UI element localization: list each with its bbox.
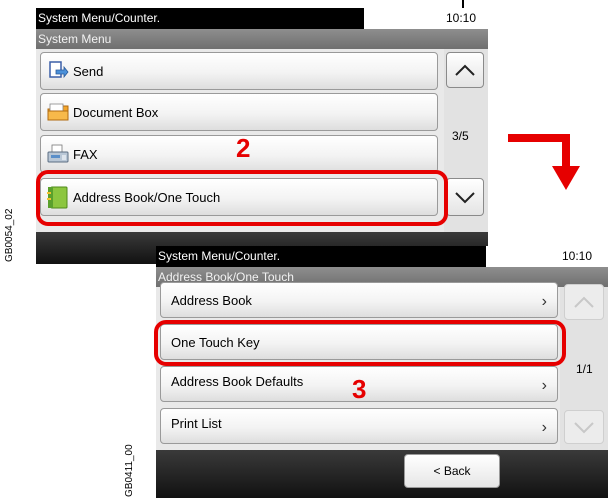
- system-menu-screen: System Menu/Counter. 10:10 System Menu S…: [36, 8, 488, 264]
- menu-item-label: Address Book: [171, 292, 252, 308]
- step-number: 2: [236, 133, 251, 163]
- menu-item-label: Address Book Defaults: [171, 374, 304, 389]
- scroll-up-button[interactable]: [446, 52, 484, 88]
- chevron-up-icon: [455, 64, 475, 76]
- send-icon: [47, 60, 69, 82]
- chevron-up-icon: [574, 296, 594, 308]
- figure-id-label-2: GB0411_00: [124, 444, 135, 497]
- scroll-down-button[interactable]: [446, 178, 484, 216]
- menu-item-print-list[interactable]: Print List ›: [160, 408, 558, 444]
- menu-subtitle: System Menu: [36, 29, 488, 49]
- step-number: 3: [352, 374, 367, 404]
- screen-title: System Menu/Counter.: [156, 246, 486, 267]
- highlight-frame: [36, 170, 448, 226]
- chevron-right-icon: ›: [541, 293, 547, 310]
- menu-item-document-box[interactable]: Document Box: [40, 93, 438, 131]
- menu-item-label: FAX: [73, 146, 98, 162]
- scroll-down-button[interactable]: [564, 410, 604, 444]
- menu-item-address-book[interactable]: Address Book ›: [160, 282, 558, 318]
- menu-item-label: Print List: [171, 416, 222, 431]
- chevron-down-icon: [574, 422, 594, 434]
- chevron-down-icon: [455, 192, 475, 204]
- back-button[interactable]: < Back: [404, 454, 500, 488]
- page-indicator: 3/5: [452, 129, 469, 143]
- highlight-frame: [154, 320, 566, 366]
- chevron-right-icon: ›: [541, 419, 547, 436]
- page-indicator: 1/1: [576, 362, 593, 376]
- title-bar: System Menu/Counter. 10:10: [156, 246, 608, 267]
- menu-item-label: Send: [73, 63, 104, 79]
- bottom-bar: [156, 450, 608, 498]
- menu-item-label: Document Box: [73, 104, 159, 120]
- transition-arrow-icon: [508, 134, 580, 190]
- clock: 10:10: [364, 8, 488, 29]
- screen-title: System Menu/Counter.: [36, 8, 364, 29]
- fax-icon: [47, 143, 69, 165]
- clock: 10:10: [486, 246, 608, 267]
- chevron-right-icon: ›: [541, 377, 547, 394]
- document-box-icon: [47, 101, 69, 123]
- scroll-up-button[interactable]: [564, 284, 604, 320]
- address-book-screen: System Menu/Counter. 10:10 Address Book/…: [154, 246, 608, 498]
- title-bar: System Menu/Counter. 10:10: [36, 8, 488, 29]
- figure-id-label-1: GB0054_02: [4, 208, 15, 262]
- menu-item-send[interactable]: Send: [40, 52, 438, 90]
